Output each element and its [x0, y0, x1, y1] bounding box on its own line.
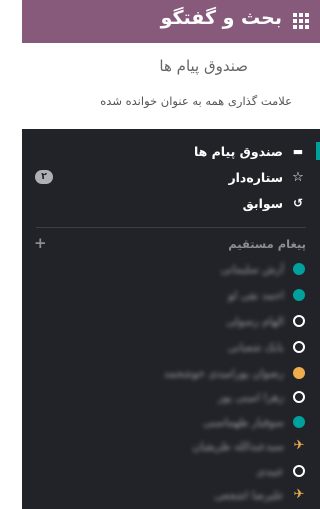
contact-name: زهرا امینی پور [217, 390, 284, 404]
contact-name: الهام رسولی [226, 314, 284, 328]
contact-name: احمد نقی لو [228, 288, 284, 302]
direct-message-item[interactable]: بابک شعبانی [228, 339, 306, 355]
direct-message-item[interactable]: ✈ سیدعبدالله طریقیان [192, 438, 306, 454]
apps-grid-icon[interactable] [292, 12, 310, 30]
contact-name: سوفیار طهماسبی [203, 415, 284, 429]
sidebar-item-label: سوابق [242, 195, 283, 211]
direct-message-item[interactable]: الهام رسولی [226, 313, 306, 329]
airplane-icon: ✈ [293, 487, 305, 502]
online-status-icon [292, 415, 306, 429]
offline-status-icon [292, 390, 306, 404]
contact-name: علیرضا اشجعی [214, 488, 284, 502]
discuss-sidebar: ▬ صندوق پیام ها ☆ ستاره‌دار ۲ ↺ سوابق پی… [22, 129, 320, 509]
sidebar-item-inbox[interactable]: ▬ صندوق پیام ها [194, 141, 306, 161]
direct-messages-header[interactable]: پیغام مستقیم [228, 237, 306, 251]
away-status-icon [292, 366, 306, 380]
history-icon: ↺ [292, 196, 304, 210]
contact-name: سیدعبدالله طریقیان [192, 439, 284, 453]
direct-message-item[interactable]: زهرا امینی پور [218, 389, 306, 405]
sidebar-item-label: صندوق پیام ها [193, 143, 283, 159]
online-status-icon [292, 262, 306, 276]
starred-count-badge: ۲ [35, 170, 53, 184]
offline-status-icon [292, 464, 306, 478]
direct-message-item[interactable]: آرش سلیمانی [221, 261, 306, 277]
top-navbar: بحث و گفتگو [22, 0, 320, 43]
contact-name: آرش سلیمانی [220, 262, 284, 276]
sidebar-item-history[interactable]: ↺ سوابق [243, 193, 306, 213]
contact-name: عبیدی [256, 464, 284, 478]
plus-icon[interactable]: + [34, 234, 47, 252]
direct-message-item[interactable]: احمد نقی لو [228, 287, 306, 303]
star-icon: ☆ [292, 169, 304, 185]
mark-all-read-button[interactable]: علامت گذاری همه به عنوان خوانده شده [100, 94, 292, 108]
active-indicator [316, 142, 320, 160]
offline-status-icon [292, 314, 306, 328]
sidebar-item-label: ستاره‌دار [228, 169, 283, 185]
airplane-icon: ✈ [293, 438, 305, 453]
control-panel: صندوق پیام ها علامت گذاری همه به عنوان خ… [22, 43, 320, 129]
breadcrumb: صندوق پیام ها [159, 57, 248, 75]
offline-status-icon [292, 340, 306, 354]
direct-message-item[interactable]: ✈ علیرضا اشجعی [214, 487, 306, 503]
contact-name: بابک شعبانی [227, 340, 284, 354]
direct-message-item[interactable]: عبیدی [256, 463, 306, 479]
contact-name: رضوان پورامیدی خوشحمد [163, 366, 284, 380]
sidebar-item-starred[interactable]: ☆ ستاره‌دار [228, 167, 306, 187]
direct-message-item[interactable]: رضوان پورامیدی خوشحمد [164, 365, 306, 381]
online-status-icon [292, 288, 306, 302]
sidebar-divider [36, 227, 306, 228]
inbox-icon: ▬ [292, 144, 304, 158]
direct-message-item[interactable]: سوفیار طهماسبی [203, 414, 306, 430]
app-title[interactable]: بحث و گفتگو [161, 7, 282, 29]
